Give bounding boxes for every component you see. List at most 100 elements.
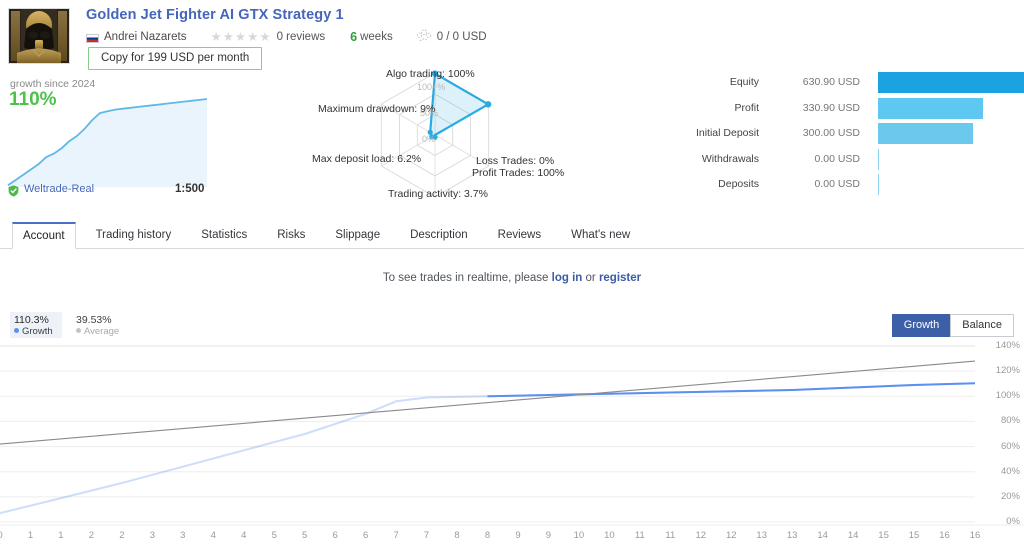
y-axis-tick: 140% (995, 340, 1020, 351)
x-axis-tick: 4 (210, 530, 216, 541)
x-axis-tick: 4 (241, 530, 247, 541)
legend-growth[interactable]: 110.3% Growth (10, 312, 62, 338)
author-name[interactable]: Andrei Nazarets (104, 31, 186, 43)
stat-bar (878, 97, 983, 119)
x-axis-tick: 9 (545, 530, 552, 541)
tab-trading-history[interactable]: Trading history (86, 222, 182, 249)
legend-average-label: Average (76, 326, 128, 338)
x-axis-tick: 5 (302, 530, 308, 541)
header: Golden Jet Fighter AI GTX Strategy 1 And… (0, 0, 1024, 72)
chart-mode-toggle: Growth Balance (891, 314, 1014, 337)
stat-label: Initial Deposit (695, 127, 759, 139)
x-axis-tick: 11 (665, 530, 676, 541)
tab-reviews[interactable]: Reviews (488, 222, 551, 249)
realtime-notice: To see trades in realtime, please log in… (0, 272, 1024, 284)
stat-value: 630.90 USD (802, 76, 860, 88)
x-axis-tick: 13 (756, 530, 767, 541)
x-axis-tick: 11 (634, 530, 645, 541)
x-axis-tick: 12 (725, 530, 737, 541)
x-axis-tick: 10 (573, 530, 585, 541)
tab-statistics[interactable]: Statistics (191, 222, 257, 249)
radar-label-trading-activity: Trading activity: 3.7% (388, 188, 488, 200)
meta-row: Andrei Nazarets ★ ★ ★ ★ ★ 0 reviews 6 we… (86, 28, 487, 46)
radar-label-max-deposit-load: Max deposit load: 6.2% (312, 153, 422, 165)
stat-bar-zero (878, 174, 879, 195)
y-axis-tick: 80% (1000, 415, 1020, 427)
x-axis-tick: 10 (604, 530, 615, 541)
x-axis-tick: 2 (119, 530, 125, 541)
login-link[interactable]: log in (552, 272, 583, 284)
stat-bar (878, 72, 1024, 93)
x-axis-tick: 1 (27, 530, 34, 541)
star-icon: ★ (222, 30, 234, 44)
x-axis-tick: 14 (817, 530, 828, 541)
leverage-value: 1:500 (175, 183, 205, 195)
y-axis-tick: 120% (995, 365, 1020, 377)
star-icon: ★ (234, 30, 247, 44)
x-axis-tick: 15 (878, 530, 889, 541)
star-icon: ★ (210, 30, 222, 44)
subscribers-icon (416, 29, 431, 47)
stat-label: Withdrawals (701, 152, 759, 165)
rating-stars[interactable]: ★ ★ ★ ★ ★ (210, 30, 271, 44)
verified-shield-icon (8, 184, 19, 202)
star-icon: ★ (259, 30, 271, 44)
y-axis-tick: 20% (1000, 490, 1020, 502)
avatar-image (9, 9, 69, 63)
weeks-number: 6 (350, 30, 358, 44)
tab-slippage[interactable]: Slippage (325, 222, 390, 249)
broker-row: Weltrade-Real 1:500 (0, 183, 225, 203)
tab-bar: Account Trading history Statistics Risks Sli… (0, 222, 1024, 249)
x-axis-tick: 8 (454, 530, 460, 541)
toggle-growth[interactable]: Growth (891, 314, 951, 337)
toggle-balance[interactable]: Balance (950, 314, 1014, 337)
x-axis-tick: 12 (695, 530, 707, 541)
stat-value: 300.00 USD (802, 127, 860, 139)
russia-flag-icon (86, 33, 99, 43)
growth-chart-svg (0, 345, 1024, 526)
x-axis-tick: 16 (939, 530, 950, 541)
weeks-label: weeks (360, 31, 393, 43)
star-icon: ★ (247, 30, 259, 44)
stat-label: Deposits (718, 178, 759, 190)
notice-middle: or (582, 272, 599, 284)
copy-button[interactable]: Copy for 199 USD per month (88, 47, 263, 70)
x-axis-tick: 3 (149, 530, 155, 541)
y-axis-tick: 0% (1006, 516, 1020, 527)
x-axis-tick: 13 (786, 530, 798, 541)
radar-label-maximum-drawdown: Maximum drawdown: 9% (318, 103, 436, 115)
radar-ring-0: 0% (422, 134, 436, 144)
x-axis-tick: 0 (0, 530, 10, 541)
y-axis-tick: 60% (1000, 440, 1020, 452)
radar-label-profit-trades: Profit Trades: 100% (472, 167, 565, 179)
y-axis-tick: 40% (1000, 465, 1020, 477)
growth-chart: 0%20%40%60%80%100%120%140%01122334455667… (0, 340, 1024, 549)
legend-growth-dot (14, 328, 19, 333)
radar-label-loss-trades: Loss Trades: 0% (476, 155, 555, 167)
avatar[interactable] (8, 8, 70, 64)
legend-growth-value: 110.3% (14, 314, 49, 326)
tab-risks[interactable]: Risks (267, 222, 315, 249)
tab-what-s-new[interactable]: What's new (561, 222, 640, 249)
tab-account[interactable]: Account (12, 222, 76, 249)
x-axis-tick: 9 (515, 530, 521, 541)
radar-ring-50: 50% (420, 108, 439, 118)
x-axis-tick: 2 (88, 530, 95, 541)
stat-bar-zero (878, 148, 879, 170)
legend-average-value: 39.53% (76, 314, 112, 326)
stat-label: Equity (729, 76, 759, 88)
stat-bar (878, 123, 974, 144)
tab-description[interactable]: Description (400, 222, 478, 249)
register-link[interactable]: register (599, 272, 641, 284)
page-title[interactable]: Golden Jet Fighter AI GTX Strategy 1 (86, 7, 344, 23)
stat-value: 330.90 USD (802, 101, 860, 114)
notice-prefix: To see trades in realtime, please (382, 272, 552, 284)
broker-name[interactable]: Weltrade-Real (24, 183, 94, 195)
x-axis-tick: 8 (484, 530, 491, 541)
reviews-count: 0 reviews (276, 31, 326, 43)
x-axis-tick: 6 (332, 530, 338, 541)
stat-row: Equity 630.90 USD (660, 72, 1024, 96)
legend-average[interactable]: 39.53% Average (72, 312, 132, 338)
x-axis-tick: 15 (908, 530, 920, 541)
subscribers-value: 0 / 0 USD (436, 31, 487, 43)
